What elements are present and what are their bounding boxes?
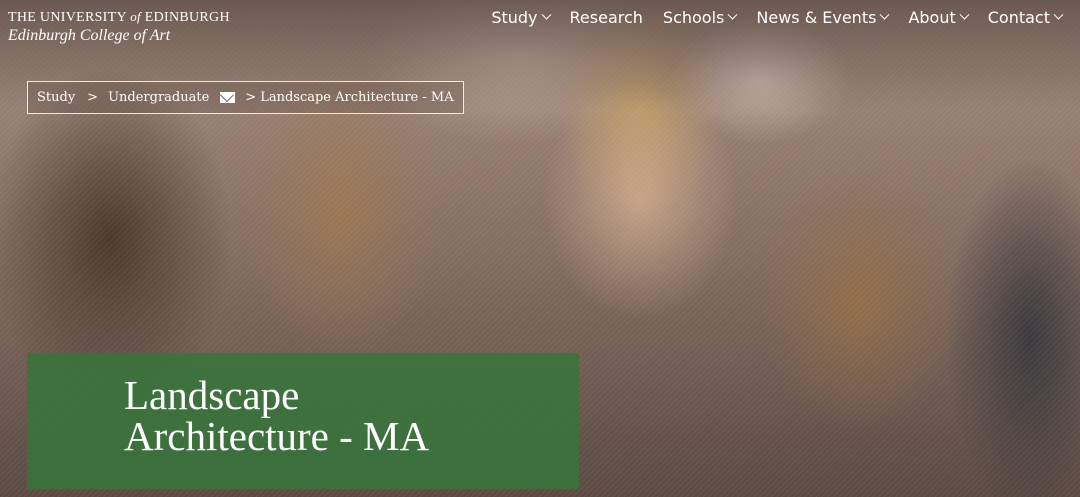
page-title: Landscape Architecture - MA — [124, 372, 430, 459]
breadcrumb-undergraduate[interactable]: Undergraduate — [108, 90, 209, 105]
breadcrumb-current: Landscape Architecture - MA — [260, 90, 454, 105]
chevron-down-icon — [541, 9, 551, 20]
breadcrumb-separator: > — [87, 90, 99, 105]
main-nav: Study Research Schools News & Events Abo… — [481, 6, 1072, 28]
chevron-down-icon — [959, 9, 970, 20]
chevron-down-icon — [1053, 9, 1064, 20]
chevron-down-icon — [879, 9, 890, 20]
nav-item-news-events[interactable]: News & Events — [746, 6, 898, 28]
nav-item-study[interactable]: Study — [481, 6, 559, 28]
chevron-down-icon — [727, 9, 738, 20]
hero-banner: THE UNIVERSITY of EDINBURGH Edinburgh Co… — [0, 0, 1080, 497]
university-name: THE UNIVERSITY of EDINBURGH — [8, 9, 230, 25]
nav-item-about[interactable]: About — [898, 6, 977, 28]
nav-item-contact[interactable]: Contact — [978, 6, 1072, 28]
page-title-panel: Landscape Architecture - MA — [27, 353, 579, 489]
breadcrumb: Study > Undergraduate > Landscape Archit… — [27, 81, 464, 114]
site-logo[interactable]: THE UNIVERSITY of EDINBURGH Edinburgh Co… — [8, 8, 230, 45]
college-name: Edinburgh College of Art — [8, 27, 171, 44]
breadcrumb-study[interactable]: Study — [37, 90, 75, 105]
nav-item-schools[interactable]: Schools — [653, 6, 746, 28]
breadcrumb-separator: > — [245, 90, 257, 105]
nav-item-research[interactable]: Research — [560, 6, 653, 28]
mail-icon[interactable] — [220, 92, 236, 103]
